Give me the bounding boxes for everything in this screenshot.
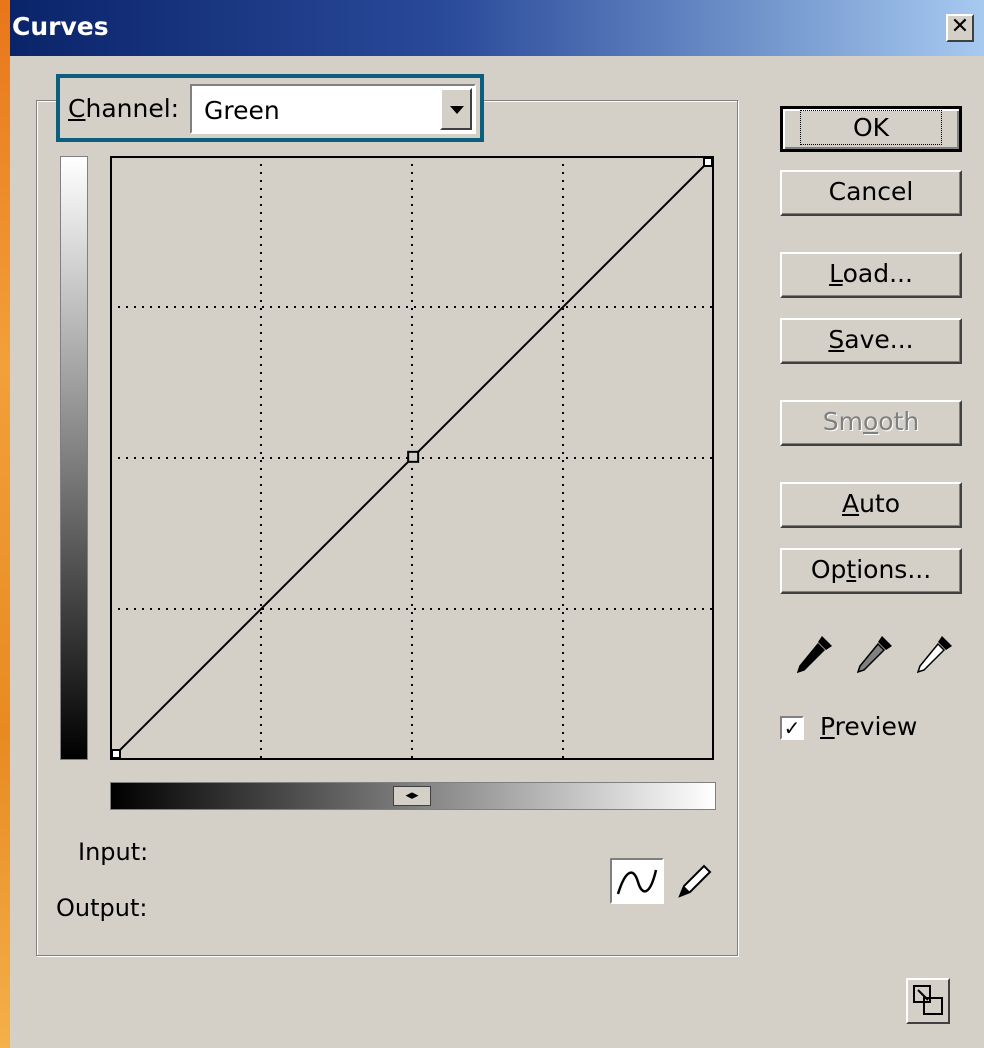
channel-value: Green <box>204 96 280 125</box>
close-button[interactable]: ✕ <box>946 14 974 42</box>
resize-icon <box>913 985 943 1015</box>
window-title: Curves <box>12 12 109 41</box>
pencil-icon <box>678 864 712 898</box>
gradient-toggle-button[interactable]: ◂▸ <box>393 786 431 806</box>
auto-button[interactable]: Auto <box>780 482 962 528</box>
smooth-button: Smooth <box>780 400 962 446</box>
black-point-eyedropper-icon[interactable] <box>792 632 836 676</box>
curve-tool-icon <box>616 869 658 895</box>
curve-control-point[interactable] <box>703 157 713 167</box>
preview-checkbox[interactable]: ✓ <box>780 716 804 740</box>
curve-control-point[interactable] <box>111 749 121 759</box>
options-button[interactable]: Options... <box>780 548 962 594</box>
input-label: Input: <box>78 838 149 866</box>
close-icon: ✕ <box>950 14 970 39</box>
expand-dialog-button[interactable] <box>906 978 950 1024</box>
output-gradient-bar <box>60 156 88 760</box>
gray-point-eyedropper-icon[interactable] <box>852 632 896 676</box>
ok-button[interactable]: OK <box>780 106 962 152</box>
curve-tool-button[interactable] <box>610 858 664 904</box>
cancel-button[interactable]: Cancel <box>780 170 962 216</box>
save-button[interactable]: Save... <box>780 318 962 364</box>
channel-select[interactable]: Green <box>190 84 476 134</box>
white-point-eyedropper-icon[interactable] <box>912 632 956 676</box>
chevron-down-icon[interactable] <box>440 88 472 130</box>
curves-dialog: Curves ✕ Channel: Green ◂▸ Input: Output… <box>10 0 984 1048</box>
channel-label: Channel: <box>68 94 180 123</box>
output-label: Output: <box>56 894 148 922</box>
input-gradient-bar: ◂▸ <box>110 782 716 810</box>
preview-label: Preview <box>820 712 918 741</box>
title-bar: Curves ✕ <box>10 0 984 56</box>
load-button[interactable]: Load... <box>780 252 962 298</box>
pencil-tool-button[interactable] <box>674 860 714 902</box>
curve-graph[interactable] <box>110 156 714 760</box>
curve-control-point[interactable] <box>407 450 420 463</box>
